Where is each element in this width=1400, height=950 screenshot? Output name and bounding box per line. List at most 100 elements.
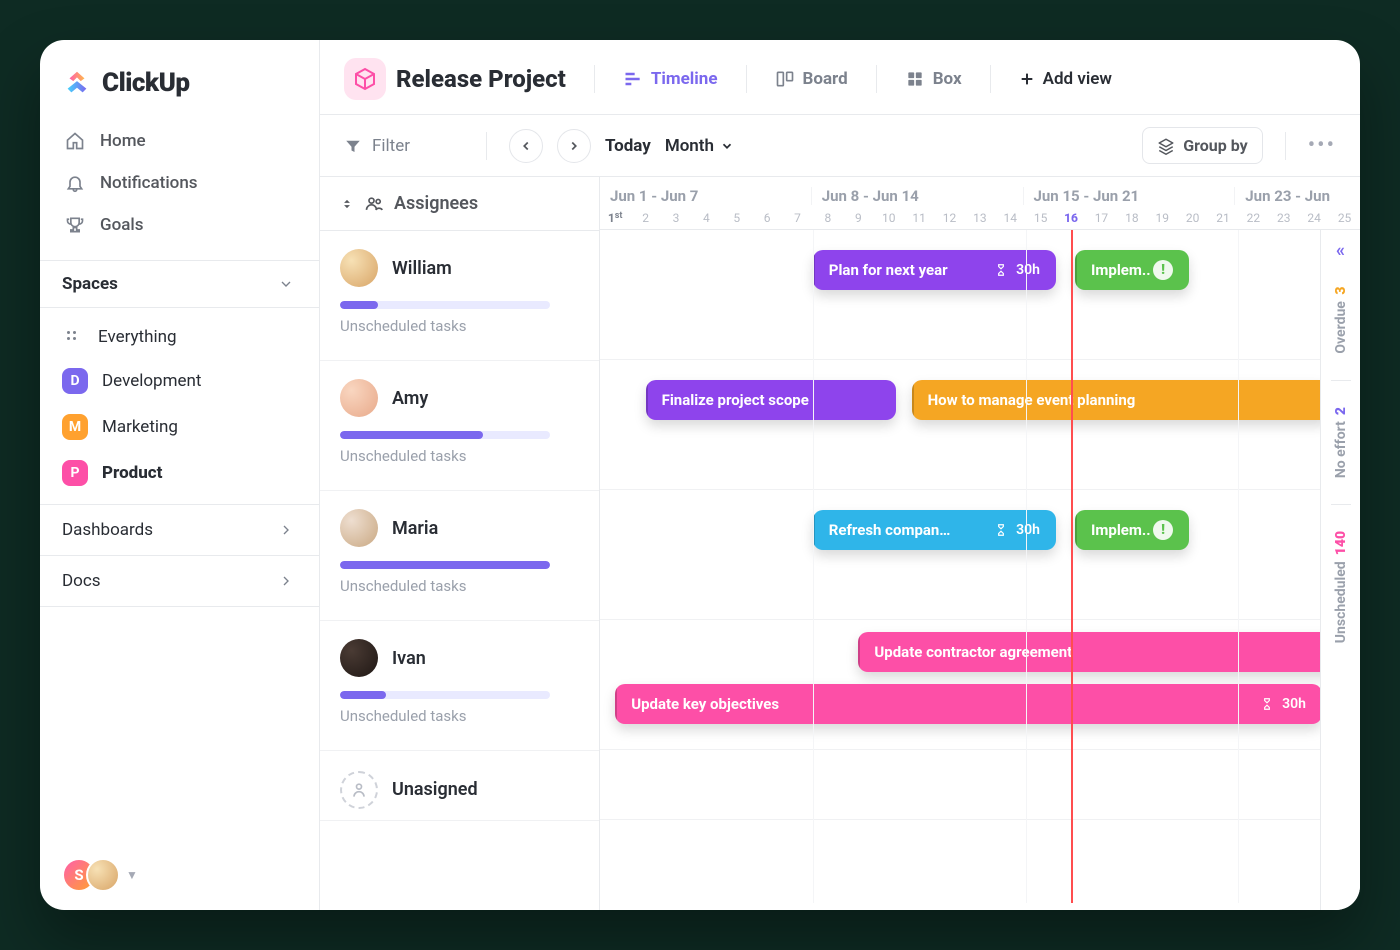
grid-line [813, 230, 814, 903]
people-icon [364, 194, 384, 214]
sidebar: ClickUp Home Notifications Goals [40, 40, 320, 910]
caret-down-icon: ▼ [126, 868, 138, 882]
task-bar[interactable]: Plan for next year 30h [813, 250, 1056, 290]
more-button[interactable]: ••• [1308, 133, 1336, 158]
space-marketing[interactable]: M Marketing [48, 404, 311, 450]
grid-line [1238, 230, 1239, 903]
assignee-name: Maria [392, 518, 438, 539]
day-cell: 3 [661, 211, 691, 225]
assignee-row-william[interactable]: William Unscheduled tasks [320, 231, 599, 361]
task-bar[interactable]: Update key objectives 30h [615, 684, 1322, 724]
day-cell: 11 [904, 211, 934, 225]
task-bar[interactable]: How to manage event planning [912, 380, 1330, 420]
space-label: Marketing [102, 417, 178, 437]
add-view-button[interactable]: Add view [1009, 63, 1122, 95]
unscheduled-link[interactable]: Unscheduled tasks [340, 317, 579, 335]
unassigned-icon [340, 771, 378, 809]
week-label: Jun 1 - Jun 7 [600, 187, 811, 205]
gantt-lane: Plan for next year 30h Implem.. ! [600, 230, 1360, 360]
space-product[interactable]: P Product [48, 450, 311, 496]
day-cell: 23 [1269, 211, 1299, 225]
nav-goals[interactable]: Goals [48, 204, 311, 246]
next-button[interactable] [557, 129, 591, 163]
day-cell: 10 [874, 211, 904, 225]
assignee-header[interactable]: Assignees [320, 177, 599, 231]
assignee-row-maria[interactable]: Maria Unscheduled tasks [320, 491, 599, 621]
sidebar-footer[interactable]: S ▼ [40, 840, 319, 910]
layers-icon [1157, 137, 1175, 155]
day-cell: 16 [1056, 211, 1086, 225]
home-icon [64, 130, 86, 152]
task-bar[interactable]: Implem.. ! [1075, 510, 1189, 550]
task-label: Update key objectives [631, 695, 779, 713]
task-hours: 30h [1016, 522, 1040, 538]
avatar [340, 639, 378, 677]
task-bar[interactable]: Finalize project scope [646, 380, 897, 420]
filter-button[interactable]: Filter [344, 136, 410, 156]
spaces-header[interactable]: Spaces [40, 260, 319, 308]
prev-button[interactable] [509, 129, 543, 163]
view-tab-timeline[interactable]: Timeline [613, 63, 728, 95]
hourglass-icon [1260, 697, 1274, 711]
rail-overdue[interactable]: Overdue 3 [1333, 287, 1349, 354]
group-by-button[interactable]: Group by [1142, 127, 1262, 164]
view-tab-label: Box [933, 69, 962, 89]
chevron-right-icon [275, 570, 297, 592]
rail-noeffort[interactable]: No effort 2 [1333, 407, 1349, 478]
sort-icon [340, 197, 354, 211]
range-select[interactable]: Month [665, 136, 734, 156]
task-label: Implem.. [1091, 261, 1151, 279]
rail-collapse[interactable]: « [1336, 240, 1345, 261]
task-hours: 30h [1282, 696, 1306, 712]
gantt-area[interactable]: Jun 1 - Jun 7 Jun 8 - Jun 14 Jun 15 - Ju… [600, 177, 1360, 910]
day-cell: 14 [995, 211, 1025, 225]
assignee-name: Amy [392, 388, 428, 409]
logo[interactable]: ClickUp [40, 40, 319, 116]
assignee-row-unassigned[interactable]: Unasigned [320, 751, 599, 821]
today-indicator [1071, 230, 1073, 903]
page-title: Release Project [396, 65, 566, 93]
nav-home[interactable]: Home [48, 120, 311, 162]
unscheduled-link[interactable]: Unscheduled tasks [340, 447, 579, 465]
brand-name: ClickUp [102, 68, 190, 98]
section-docs[interactable]: Docs [40, 555, 319, 607]
week-label: Jun 15 - Jun 21 [1023, 187, 1235, 205]
unscheduled-link[interactable]: Unscheduled tasks [340, 707, 579, 725]
trophy-icon [64, 214, 86, 236]
space-everything[interactable]: Everything [48, 316, 311, 358]
view-tab-label: Timeline [651, 69, 718, 89]
week-label: Jun 23 - Jun [1234, 187, 1360, 205]
assignee-name: Unasigned [392, 779, 478, 800]
view-tab-box[interactable]: Box [895, 63, 972, 95]
day-cell: 22 [1238, 211, 1268, 225]
task-bar[interactable]: Implem.. ! [1075, 250, 1189, 290]
range-label: Month [665, 136, 714, 156]
section-dashboards-label: Dashboards [62, 520, 153, 540]
divider [486, 132, 487, 160]
assignee-row-ivan[interactable]: Ivan Unscheduled tasks [320, 621, 599, 751]
space-icon[interactable] [344, 58, 386, 100]
nav-notifications[interactable]: Notifications [48, 162, 311, 204]
day-cell: 1 [600, 211, 630, 225]
space-badge: M [62, 414, 88, 440]
day-cell: 6 [752, 211, 782, 225]
task-bar[interactable]: Refresh compan… 30h [813, 510, 1056, 550]
board-icon [775, 69, 795, 89]
gantt-body: Plan for next year 30h Implem.. ! [600, 230, 1360, 903]
divider [594, 65, 595, 93]
section-dashboards[interactable]: Dashboards [40, 504, 319, 555]
view-tab-board[interactable]: Board [765, 63, 858, 95]
gantt-lane: Refresh compan… 30h Implem.. ! [600, 490, 1360, 620]
unscheduled-link[interactable]: Unscheduled tasks [340, 577, 579, 595]
day-cell: 25 [1329, 211, 1359, 225]
view-tab-label: Board [803, 69, 848, 89]
task-hours: 30h [1016, 262, 1040, 278]
box-icon [905, 69, 925, 89]
workload-bar [340, 431, 550, 439]
rail-overdue-count: 3 [1333, 287, 1349, 295]
today-button[interactable]: Today [605, 136, 651, 156]
assignee-row-amy[interactable]: Amy Unscheduled tasks [320, 361, 599, 491]
space-development[interactable]: D Development [48, 358, 311, 404]
task-bar[interactable]: Update contractor agreement [858, 632, 1360, 672]
rail-unscheduled[interactable]: Unscheduled 140 [1333, 531, 1349, 643]
